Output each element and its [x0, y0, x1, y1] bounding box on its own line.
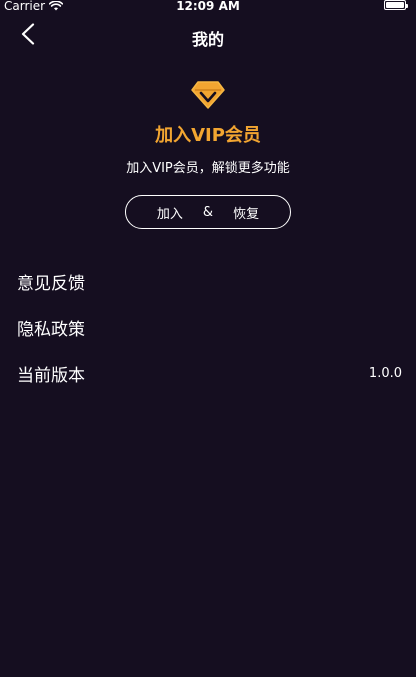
join-restore-button[interactable]: 加入 & 恢复	[125, 195, 291, 229]
diamond-icon	[191, 81, 225, 109]
navigation-bar: 我的	[0, 16, 416, 56]
menu-item-privacy-policy[interactable]: 隐私政策	[0, 304, 416, 350]
vip-title: 加入VIP会员	[155, 125, 261, 146]
menu-item-label: 意见反馈	[17, 273, 85, 294]
menu-item-current-version[interactable]: 当前版本 1.0.0	[0, 350, 416, 396]
page-title: 我的	[191, 30, 224, 49]
vip-subtitle: 加入VIP会员，解锁更多功能	[126, 161, 290, 176]
settings-list: 意见反馈 隐私政策 当前版本 1.0.0	[0, 258, 416, 396]
join-label: 加入	[156, 206, 183, 222]
menu-item-feedback[interactable]: 意见反馈	[0, 258, 416, 304]
menu-item-label: 隐私政策	[17, 319, 85, 340]
status-time: 12:09 AM	[176, 0, 240, 13]
ampersand-label: &	[202, 204, 214, 220]
battery-icon	[384, 0, 408, 10]
version-value: 1.0.0	[368, 365, 402, 381]
menu-item-label: 当前版本	[17, 365, 85, 386]
restore-label: 恢复	[233, 206, 260, 222]
status-bar: Carrier 12:09 AM	[0, 0, 416, 14]
vip-section: 加入VIP会员 加入VIP会员，解锁更多功能 加入 & 恢复	[0, 80, 416, 229]
